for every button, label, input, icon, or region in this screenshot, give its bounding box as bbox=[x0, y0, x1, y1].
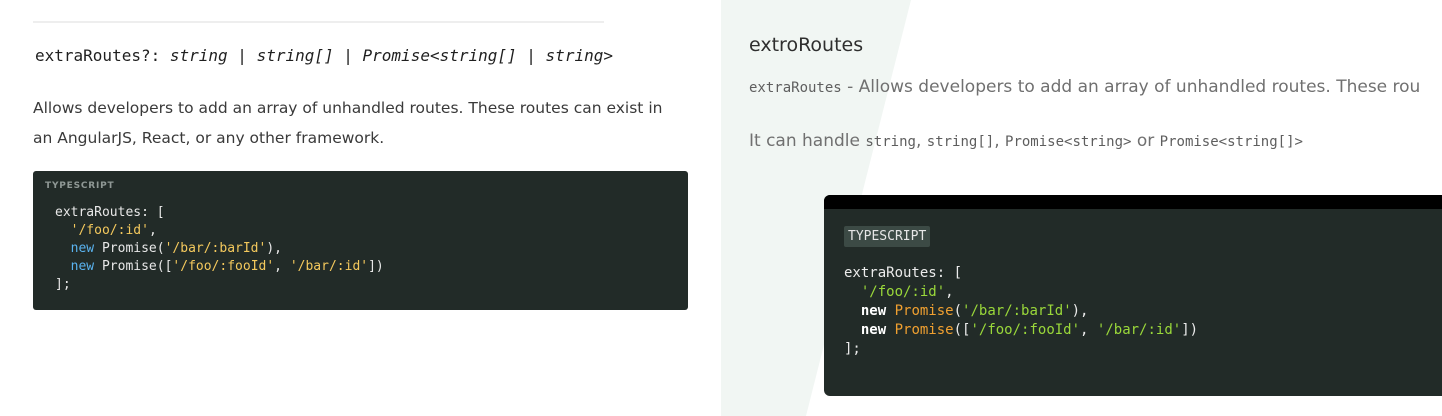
property-types: string | string[] | Promise<string[] | s… bbox=[160, 46, 613, 65]
code-block-top-bar bbox=[824, 195, 1442, 209]
code-keyword: new bbox=[860, 303, 887, 319]
inline-code: Promise<string> bbox=[1005, 134, 1132, 150]
left-panel: extraRoutes?: string | string[] | Promis… bbox=[0, 0, 721, 416]
property-description: Allows developers to add an array of unh… bbox=[33, 99, 663, 147]
code-string: '/bar/:id' bbox=[289, 259, 369, 274]
code-string: '/bar/:barId' bbox=[962, 303, 1072, 319]
code-keyword: new bbox=[860, 322, 887, 338]
handles-or: or bbox=[1131, 131, 1160, 151]
code-function: Promise bbox=[894, 303, 954, 319]
code-content: extraRoutes: [ '/foo/:id', new Promise('… bbox=[844, 265, 1199, 357]
property-signature: extraRoutes?: string | string[] | Promis… bbox=[35, 46, 613, 65]
code-string: '/foo/:id' bbox=[70, 223, 149, 238]
code-string: '/bar/:id' bbox=[1096, 322, 1182, 338]
code-content: extraRoutes: [ '/foo/:id', new Promise('… bbox=[55, 205, 384, 292]
divider bbox=[33, 21, 604, 23]
code-line: extraRoutes: [ bbox=[844, 265, 963, 281]
code-block: TYPESCRIPT extraRoutes: [ '/foo/:id', ne… bbox=[33, 171, 688, 310]
code-punct: ), bbox=[1071, 303, 1089, 319]
code-line: extraRoutes: [ bbox=[55, 205, 165, 220]
description-text: - Allows developers to add an array of u… bbox=[841, 77, 1421, 97]
code-punct: ]) bbox=[1181, 322, 1199, 338]
inline-code: Promise<string[]> bbox=[1159, 134, 1303, 150]
code-string: '/foo/:id' bbox=[860, 284, 946, 300]
code-language-label: TYPESCRIPT bbox=[45, 181, 115, 191]
code-function: Promise( bbox=[94, 241, 165, 256]
code-punct: ]) bbox=[368, 259, 384, 274]
code-line: ]; bbox=[844, 341, 861, 357]
handles-prefix: It can handle bbox=[749, 131, 866, 151]
inline-code: string[] bbox=[926, 134, 995, 150]
code-punct: ), bbox=[266, 241, 282, 256]
code-string: '/bar/:barId' bbox=[164, 241, 267, 256]
code-string: '/foo/:fooId' bbox=[172, 259, 275, 274]
code-line: ]; bbox=[55, 277, 71, 292]
inline-code: extraRoutes bbox=[749, 80, 842, 96]
section-title: extroRoutes bbox=[749, 34, 864, 56]
code-keyword: new bbox=[70, 259, 95, 274]
code-block: TYPESCRIPT extraRoutes: [ '/foo/:id', ne… bbox=[824, 195, 1442, 396]
code-keyword: new bbox=[70, 241, 95, 256]
code-function: Promise bbox=[894, 322, 954, 338]
code-function: Promise([ bbox=[94, 259, 173, 274]
property-name: extraRoutes?: bbox=[35, 46, 161, 65]
inline-code: string bbox=[865, 134, 916, 150]
right-panel: extroRoutes extraRoutes - Allows develop… bbox=[721, 0, 1442, 416]
code-string: '/foo/:fooId' bbox=[970, 322, 1081, 338]
section-description: extraRoutes - Allows developers to add a… bbox=[749, 77, 1420, 97]
code-language-badge: TYPESCRIPT bbox=[844, 226, 931, 247]
handles-text: It can handle string, string[], Promise<… bbox=[749, 131, 1303, 151]
